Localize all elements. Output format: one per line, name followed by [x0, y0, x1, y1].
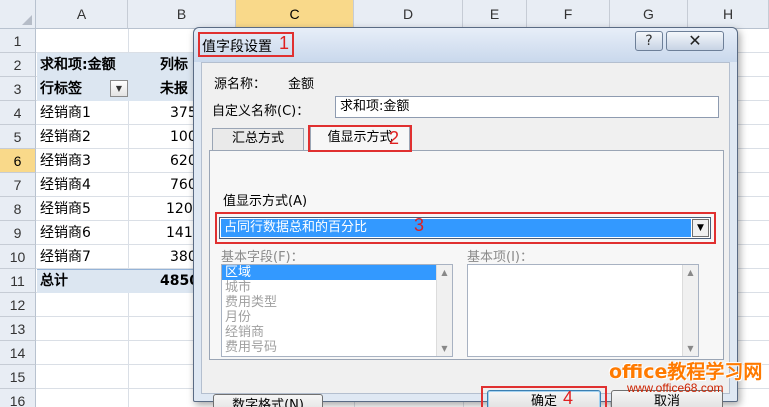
- annotation-number: 1: [279, 33, 290, 53]
- cell-b3[interactable]: 未报: [160, 77, 194, 101]
- cell-a10[interactable]: 经销商7: [40, 245, 128, 269]
- cell-b7[interactable]: 760: [170, 173, 194, 197]
- cell-b9[interactable]: 1412: [166, 221, 194, 245]
- column-header-d[interactable]: D: [354, 0, 463, 29]
- row-header-9[interactable]: 9: [0, 221, 36, 245]
- cell-b2[interactable]: 列标: [160, 53, 194, 77]
- dropdown-arrow-icon[interactable]: ▼: [110, 80, 128, 97]
- help-button[interactable]: ?: [635, 31, 663, 51]
- row-header-11[interactable]: 11: [0, 269, 36, 293]
- base-field-label: 基本字段(F)：: [221, 250, 304, 265]
- row-header-4[interactable]: 4: [0, 101, 36, 125]
- row-header-15[interactable]: 15: [0, 365, 36, 389]
- column-header-c[interactable]: C: [236, 0, 354, 29]
- base-item-list[interactable]: ▲ ▼: [467, 264, 699, 357]
- row-header-5[interactable]: 5: [0, 125, 36, 149]
- cell-a4[interactable]: 经销商1: [40, 101, 128, 125]
- row-header-12[interactable]: 12: [0, 293, 36, 317]
- cell-a8[interactable]: 经销商5: [40, 197, 128, 221]
- scroll-up-icon[interactable]: ▲: [437, 265, 452, 280]
- row-header-7[interactable]: 7: [0, 173, 36, 197]
- source-name-value: 金额: [288, 77, 315, 92]
- cell-a2[interactable]: 求和项:金额: [40, 53, 157, 77]
- watermark-title: office教程学习网: [609, 361, 763, 383]
- column-header-b[interactable]: B: [128, 0, 236, 29]
- value-field-settings-dialog: 值字段设置 1 ? ✕ 源名称： 金额 自定义名称(C)： 求和项:金额 汇总方…: [193, 27, 738, 407]
- row-header-6[interactable]: 6: [0, 149, 36, 173]
- list-item[interactable]: 城市: [222, 280, 452, 295]
- row-header-2[interactable]: 2: [0, 53, 36, 77]
- row-header-1[interactable]: 1: [0, 29, 36, 53]
- row-header-14[interactable]: 14: [0, 341, 36, 365]
- cell-a3[interactable]: 行标签: [40, 77, 108, 101]
- cell-b10[interactable]: 380: [170, 245, 194, 269]
- tab-summarize-by[interactable]: 汇总方式: [212, 128, 304, 150]
- list-item[interactable]: 区域: [222, 265, 452, 280]
- scroll-up-icon[interactable]: ▲: [683, 265, 698, 280]
- list-item[interactable]: 经销商: [222, 325, 452, 340]
- column-header-a[interactable]: A: [36, 0, 128, 29]
- list-item[interactable]: 费用号码: [222, 340, 452, 355]
- scrollbar[interactable]: ▲ ▼: [682, 265, 698, 356]
- row-header-13[interactable]: 13: [0, 317, 36, 341]
- cell-a5[interactable]: 经销商2: [40, 125, 128, 149]
- row-header-8[interactable]: 8: [0, 197, 36, 221]
- show-values-as-label: 值显示方式(A): [223, 194, 308, 209]
- cell-b5[interactable]: 100: [170, 125, 194, 149]
- row-header-3[interactable]: 3: [0, 77, 36, 101]
- scrollbar[interactable]: ▲ ▼: [436, 265, 452, 356]
- dialog-body: 源名称： 金额 自定义名称(C)： 求和项:金额 汇总方式 值显示方式 2 值显…: [201, 62, 730, 407]
- source-name-label: 源名称：: [214, 77, 267, 92]
- cell-b4[interactable]: 375: [170, 101, 194, 125]
- select-all-triangle-icon: [22, 15, 32, 25]
- base-item-label: 基本项(I)：: [467, 250, 533, 265]
- annotation-number: 3: [414, 215, 425, 235]
- cell-a7[interactable]: 经销商4: [40, 173, 128, 197]
- cell-a11[interactable]: 总计: [40, 269, 128, 293]
- annotation-number: 4: [563, 388, 574, 407]
- number-format-button[interactable]: 数字格式(N): [213, 394, 323, 407]
- annotation-box: [215, 212, 716, 244]
- list-item[interactable]: 费用类型: [222, 295, 452, 310]
- column-header-g[interactable]: G: [610, 0, 688, 29]
- custom-name-input[interactable]: 求和项:金额: [335, 96, 719, 118]
- cell-a9[interactable]: 经销商6: [40, 221, 128, 245]
- close-button[interactable]: ✕: [666, 31, 724, 51]
- column-header-h[interactable]: H: [688, 0, 769, 29]
- row-header-10[interactable]: 10: [0, 245, 36, 269]
- cell-a6[interactable]: 经销商3: [40, 149, 128, 173]
- cell-b11[interactable]: 4850: [160, 269, 194, 293]
- list-item[interactable]: 月份: [222, 310, 452, 325]
- column-header-f[interactable]: F: [527, 0, 610, 29]
- select-all-corner[interactable]: [0, 0, 36, 29]
- custom-name-label: 自定义名称(C)：: [212, 104, 310, 119]
- dialog-titlebar[interactable]: 值字段设置 1 ? ✕: [194, 28, 737, 62]
- annotation-number: 2: [389, 128, 400, 148]
- column-header-e[interactable]: E: [463, 0, 527, 29]
- scroll-down-icon[interactable]: ▼: [683, 341, 698, 356]
- base-field-list[interactable]: 区域 城市 费用类型 月份 经销商 费用号码 ▲ ▼: [221, 264, 453, 357]
- annotation-box: [481, 386, 607, 407]
- watermark: office教程学习网 www.office68.com: [605, 357, 765, 403]
- cell-b6[interactable]: 620: [170, 149, 194, 173]
- cell-b8[interactable]: 1202: [166, 197, 194, 221]
- scroll-down-icon[interactable]: ▼: [437, 341, 452, 356]
- row-header-16[interactable]: 16: [0, 389, 36, 407]
- watermark-url: www.office68.com: [627, 381, 724, 395]
